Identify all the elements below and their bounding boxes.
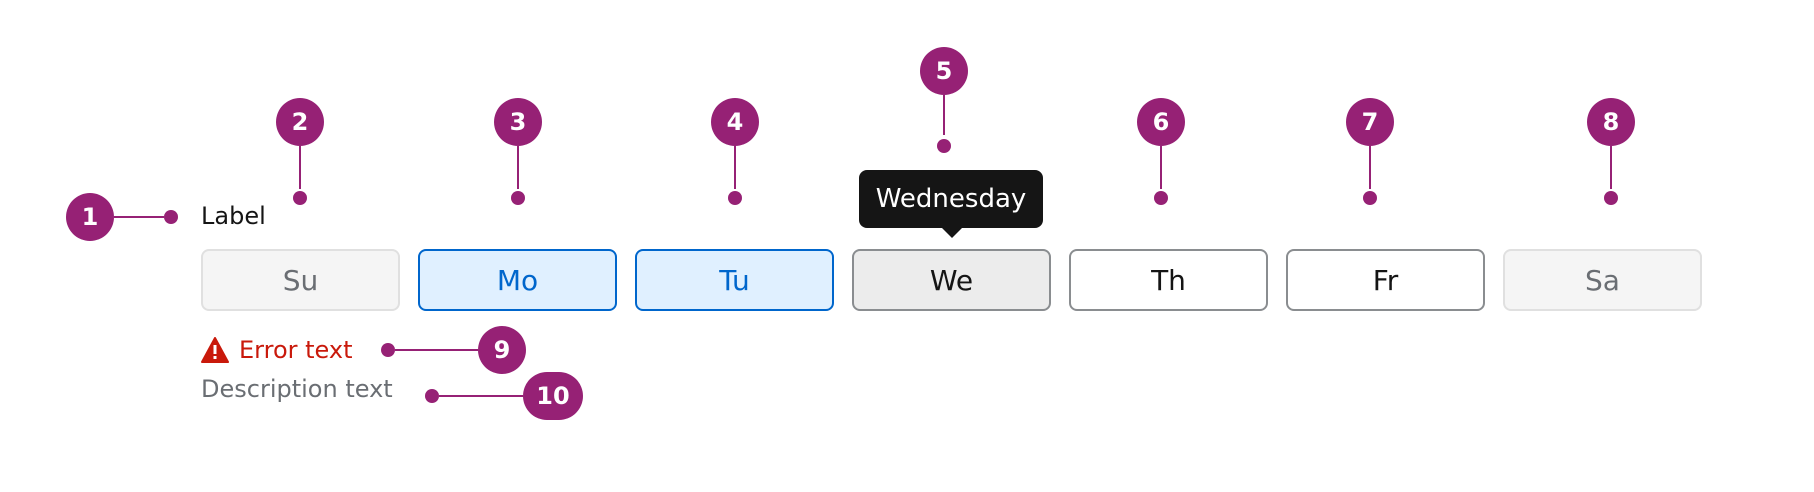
callout-connector-10 (439, 395, 523, 397)
callout-connector-9 (395, 349, 478, 351)
callout-dot-8 (1604, 191, 1618, 205)
description-text: Description text (201, 375, 393, 403)
callout-connector-2 (299, 146, 301, 189)
callout-dot-2 (293, 191, 307, 205)
field-label: Label (201, 202, 266, 230)
callout-dot-5 (937, 139, 951, 153)
callout-connector-5 (943, 95, 945, 135)
day-button-saturday[interactable]: Sa (1503, 249, 1702, 311)
day-button-sunday[interactable]: Su (201, 249, 400, 311)
callout-marker-2: 2 (276, 98, 324, 146)
day-button-monday[interactable]: Mo (418, 249, 617, 311)
callout-marker-9: 9 (478, 326, 526, 374)
warning-triangle-icon (201, 337, 229, 363)
callout-connector-1 (114, 216, 164, 218)
day-button-friday[interactable]: Fr (1286, 249, 1485, 311)
day-button-thursday[interactable]: Th (1069, 249, 1268, 311)
callout-dot-6 (1154, 191, 1168, 205)
callout-dot-7 (1363, 191, 1377, 205)
callout-dot-3 (511, 191, 525, 205)
callout-dot-1 (164, 210, 178, 224)
callout-marker-5: 5 (920, 47, 968, 95)
callout-dot-10 (425, 389, 439, 403)
callout-connector-4 (734, 146, 736, 189)
callout-marker-3: 3 (494, 98, 542, 146)
day-button-tuesday[interactable]: Tu (635, 249, 834, 311)
day-button-wednesday[interactable]: We (852, 249, 1051, 311)
callout-marker-4: 4 (711, 98, 759, 146)
callout-marker-1: 1 (66, 193, 114, 241)
callout-marker-8: 8 (1587, 98, 1635, 146)
day-picker-anatomy-diagram: 1 Label 2 3 4 5 6 7 8 Wednesday Su Mo Tu… (0, 0, 1814, 492)
callout-connector-8 (1610, 146, 1612, 189)
callout-connector-3 (517, 146, 519, 189)
day-tooltip: Wednesday (859, 170, 1043, 228)
error-text: Error text (239, 336, 353, 364)
callout-marker-10: 10 (523, 372, 583, 420)
tooltip-arrow (941, 227, 963, 238)
callout-dot-9 (381, 343, 395, 357)
callout-marker-6: 6 (1137, 98, 1185, 146)
error-helper: Error text (201, 333, 353, 367)
callout-marker-7: 7 (1346, 98, 1394, 146)
callout-connector-7 (1369, 146, 1371, 189)
callout-connector-6 (1160, 146, 1162, 189)
callout-dot-4 (728, 191, 742, 205)
